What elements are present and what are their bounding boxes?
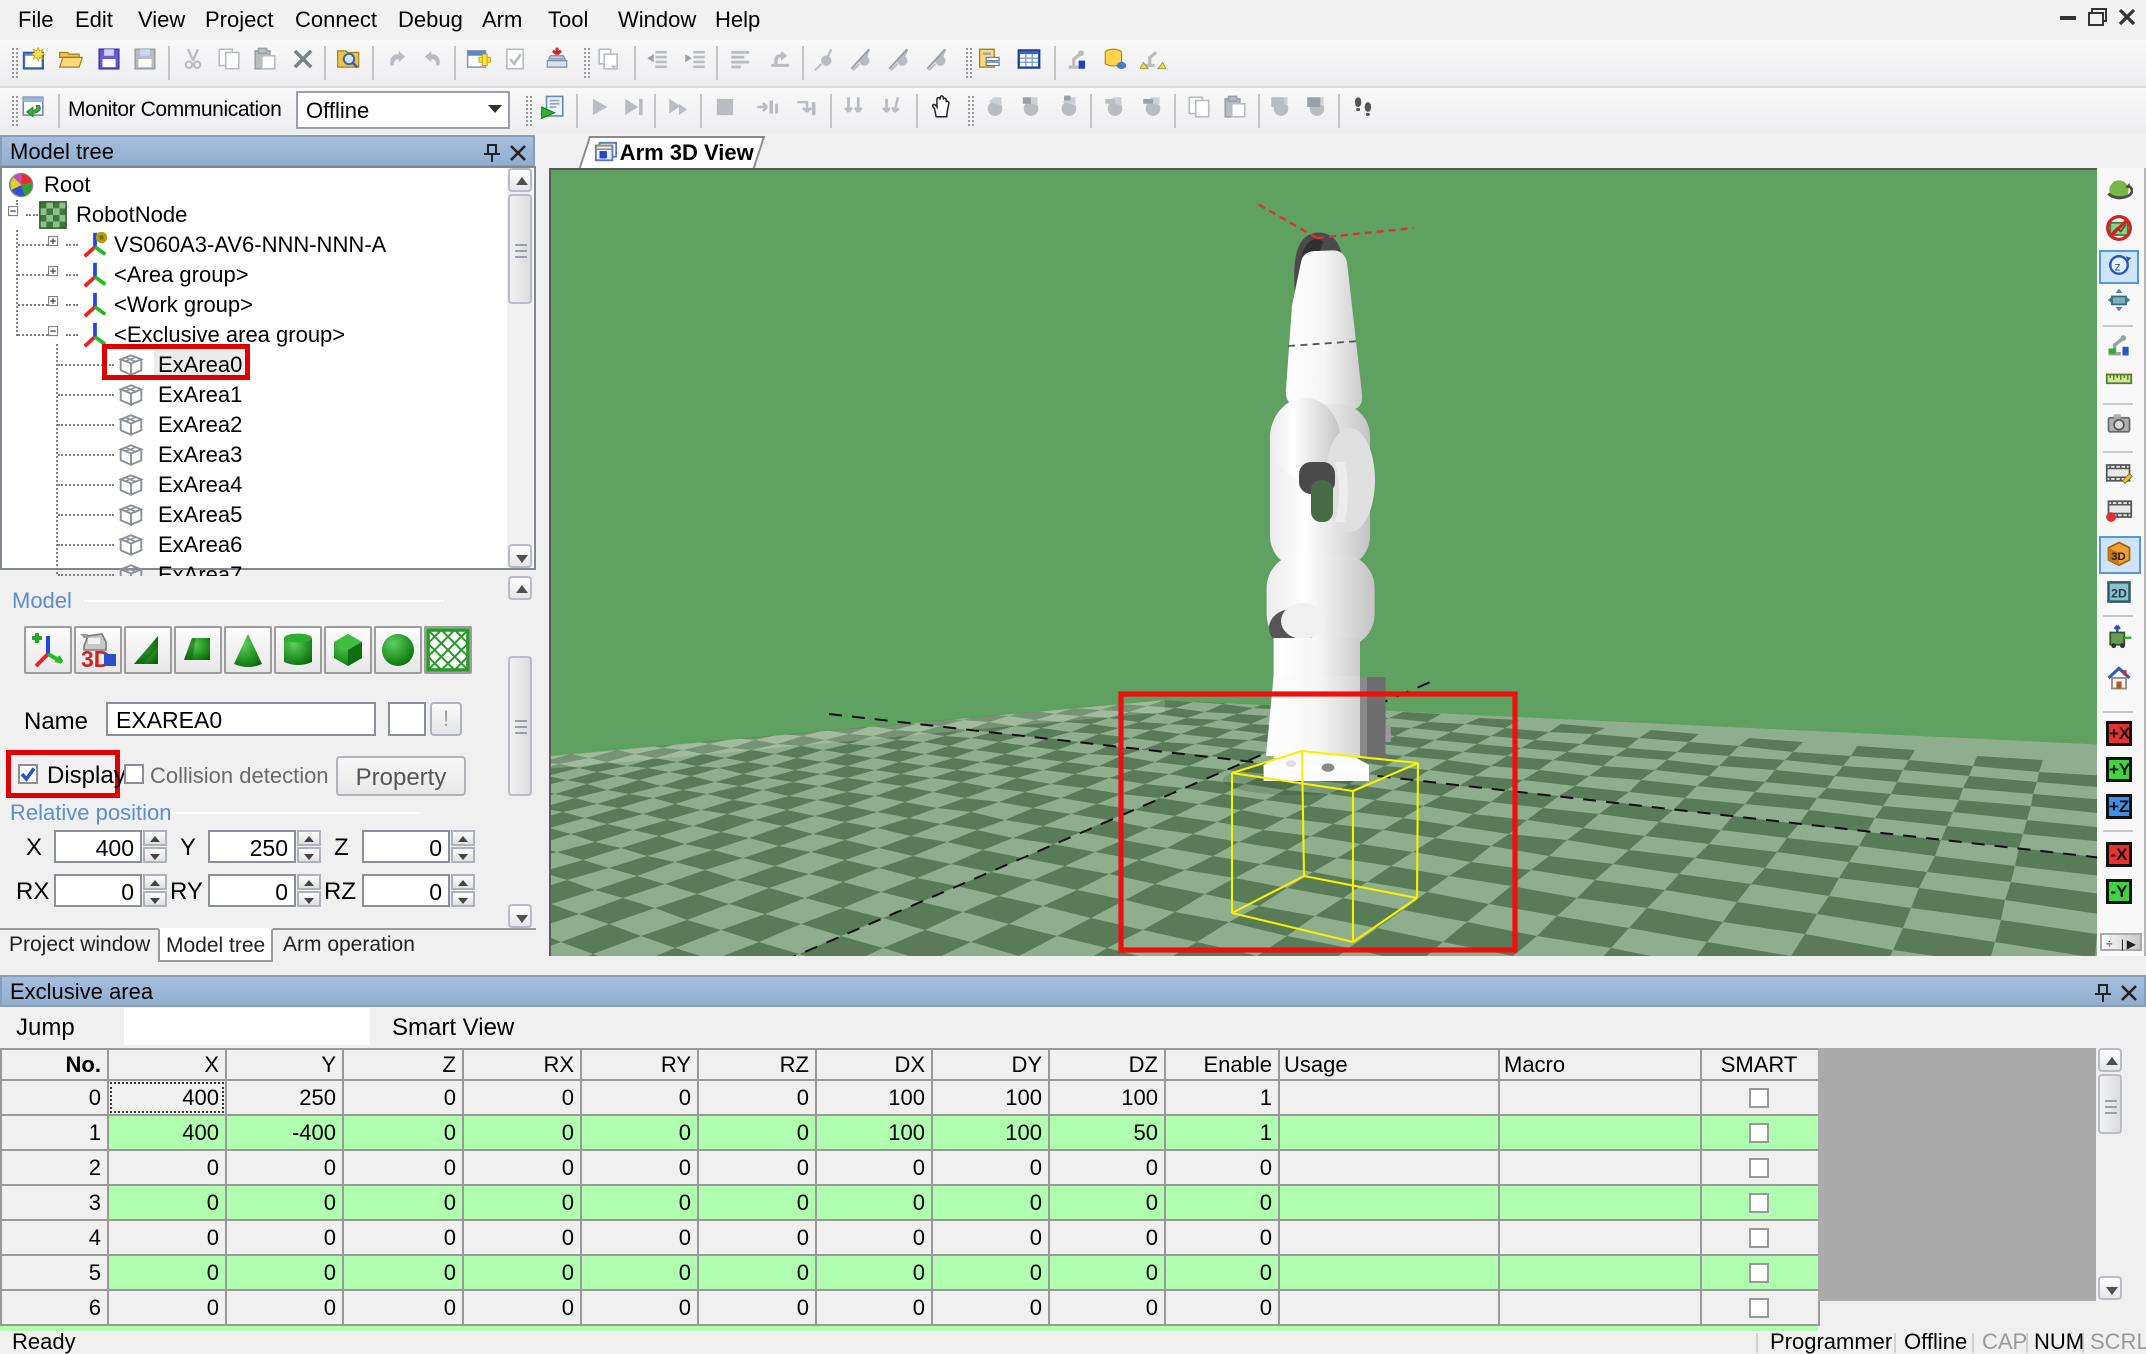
svg-text:2D: 2D [2111, 586, 2127, 600]
svg-text:z: z [2115, 259, 2121, 273]
svg-text:3D: 3D [2111, 551, 2126, 563]
